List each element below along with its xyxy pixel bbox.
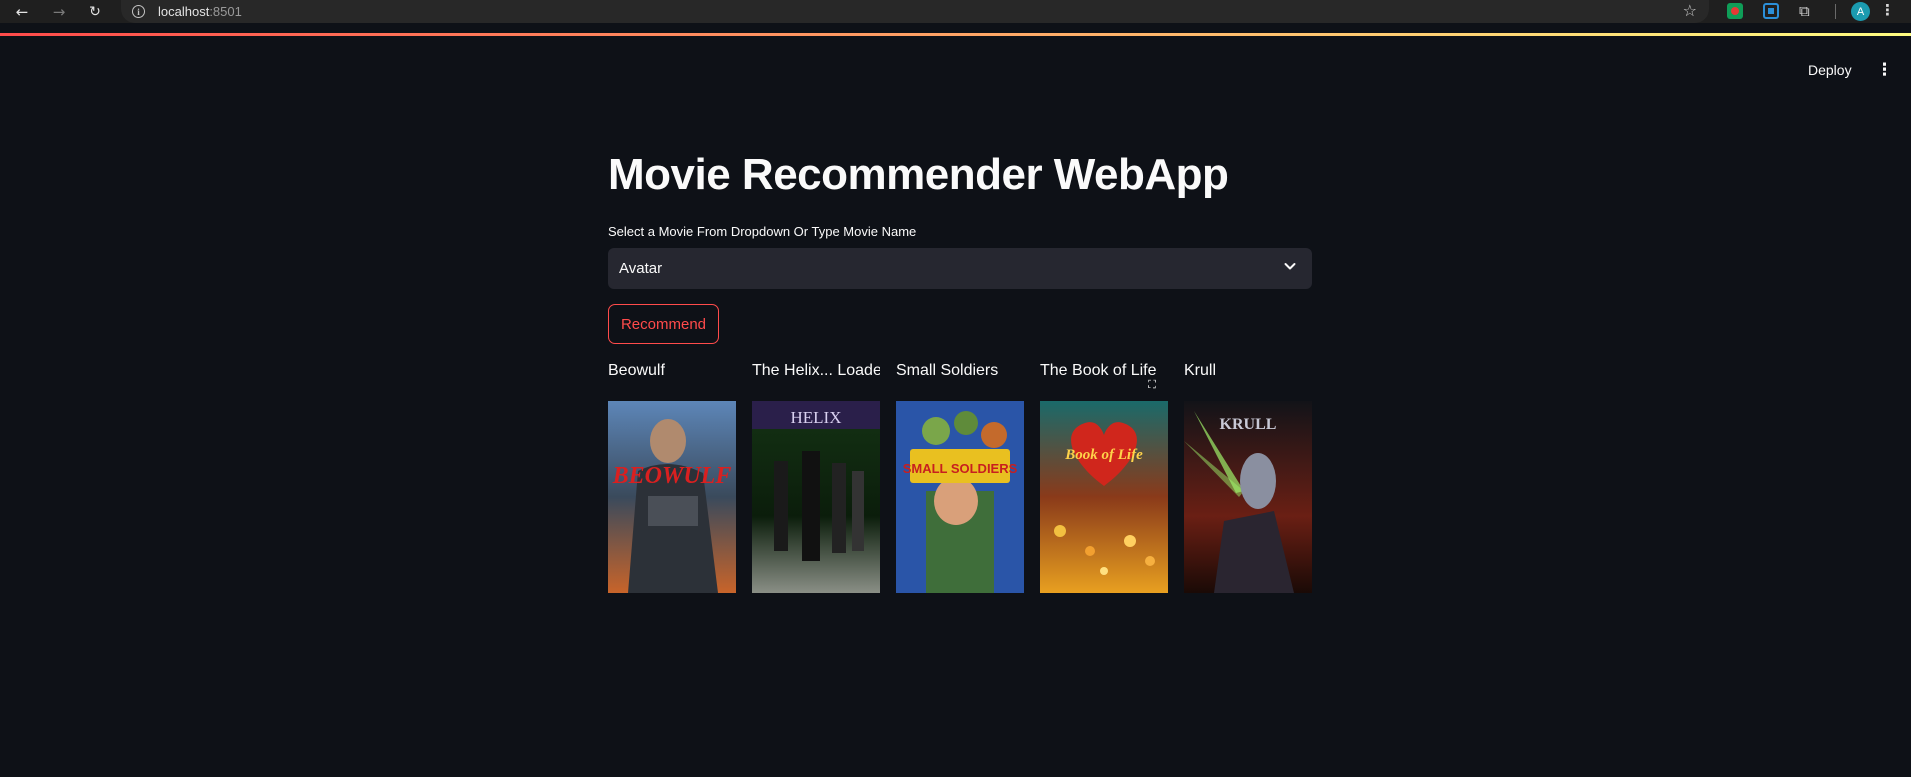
forward-arrow-icon[interactable]: → — [47, 0, 71, 23]
movie-poster[interactable]: BEOWULF — [608, 401, 736, 593]
movie-select-label: Select a Movie From Dropdown Or Type Mov… — [608, 224, 917, 239]
movie-card: Beowulf BEOWULF — [608, 362, 736, 593]
address-bar[interactable]: i localhost:8501 ☆ — [121, 0, 1709, 23]
poster-text: HELIX — [791, 408, 842, 427]
app-header-decoration — [0, 33, 1911, 36]
movie-select[interactable]: Avatar — [608, 248, 1312, 289]
poster-text: KRULL — [1220, 416, 1277, 433]
main-menu-icon[interactable]: ⋮ — [1876, 60, 1893, 80]
reload-icon[interactable]: ↻ — [83, 0, 107, 23]
extensions-puzzle-icon[interactable]: ⧉ — [1799, 3, 1815, 19]
movie-title: Krull — [1184, 362, 1217, 379]
url-host: localhost — [158, 4, 210, 19]
extension-screenshot-icon[interactable] — [1763, 3, 1779, 19]
site-info-icon[interactable]: i — [132, 5, 145, 18]
movie-title: The Helix... Loaded — [752, 362, 880, 379]
movie-poster[interactable]: KRULL — [1184, 401, 1312, 593]
movie-card: The Helix... Loaded HELIX — [752, 362, 880, 593]
url-port: :8501 — [209, 4, 242, 19]
poster-text: Book of Life — [1064, 447, 1143, 463]
deploy-button[interactable]: Deploy — [1808, 62, 1852, 78]
browser-toolbar: ← → ↻ i localhost:8501 ☆ ⧉ A ⋮ — [0, 0, 1911, 23]
bookmark-star-icon[interactable]: ☆ — [1683, 1, 1697, 20]
movie-card: Small Soldiers SMALL SOLDIERS — [896, 362, 1024, 593]
page-title: Movie Recommender WebApp — [608, 150, 1229, 199]
profile-avatar[interactable]: A — [1851, 2, 1870, 21]
movie-poster[interactable]: SMALL SOLDIERS — [896, 401, 1024, 593]
movie-select-value: Avatar — [619, 260, 663, 277]
poster-text: BEOWULF — [612, 463, 732, 489]
movie-title: Beowulf — [608, 362, 665, 379]
fullscreen-icon[interactable]: ⛶ — [1143, 377, 1161, 393]
back-arrow-icon[interactable]: ← — [10, 0, 34, 23]
toolbar-divider — [1835, 4, 1836, 19]
browser-menu-icon[interactable]: ⋮ — [1880, 1, 1895, 19]
movie-poster[interactable]: Book of Life — [1040, 401, 1168, 593]
poster-text: SMALL SOLDIERS — [903, 461, 1018, 476]
url-text: localhost:8501 — [158, 4, 242, 19]
recommend-button[interactable]: Recommend — [608, 304, 719, 344]
movie-poster[interactable]: HELIX — [752, 401, 880, 593]
movie-card: Krull KRULL — [1184, 362, 1312, 593]
chevron-down-icon — [1284, 263, 1296, 270]
movie-title: Small Soldiers — [896, 362, 999, 379]
extension-record-icon[interactable] — [1727, 3, 1743, 19]
